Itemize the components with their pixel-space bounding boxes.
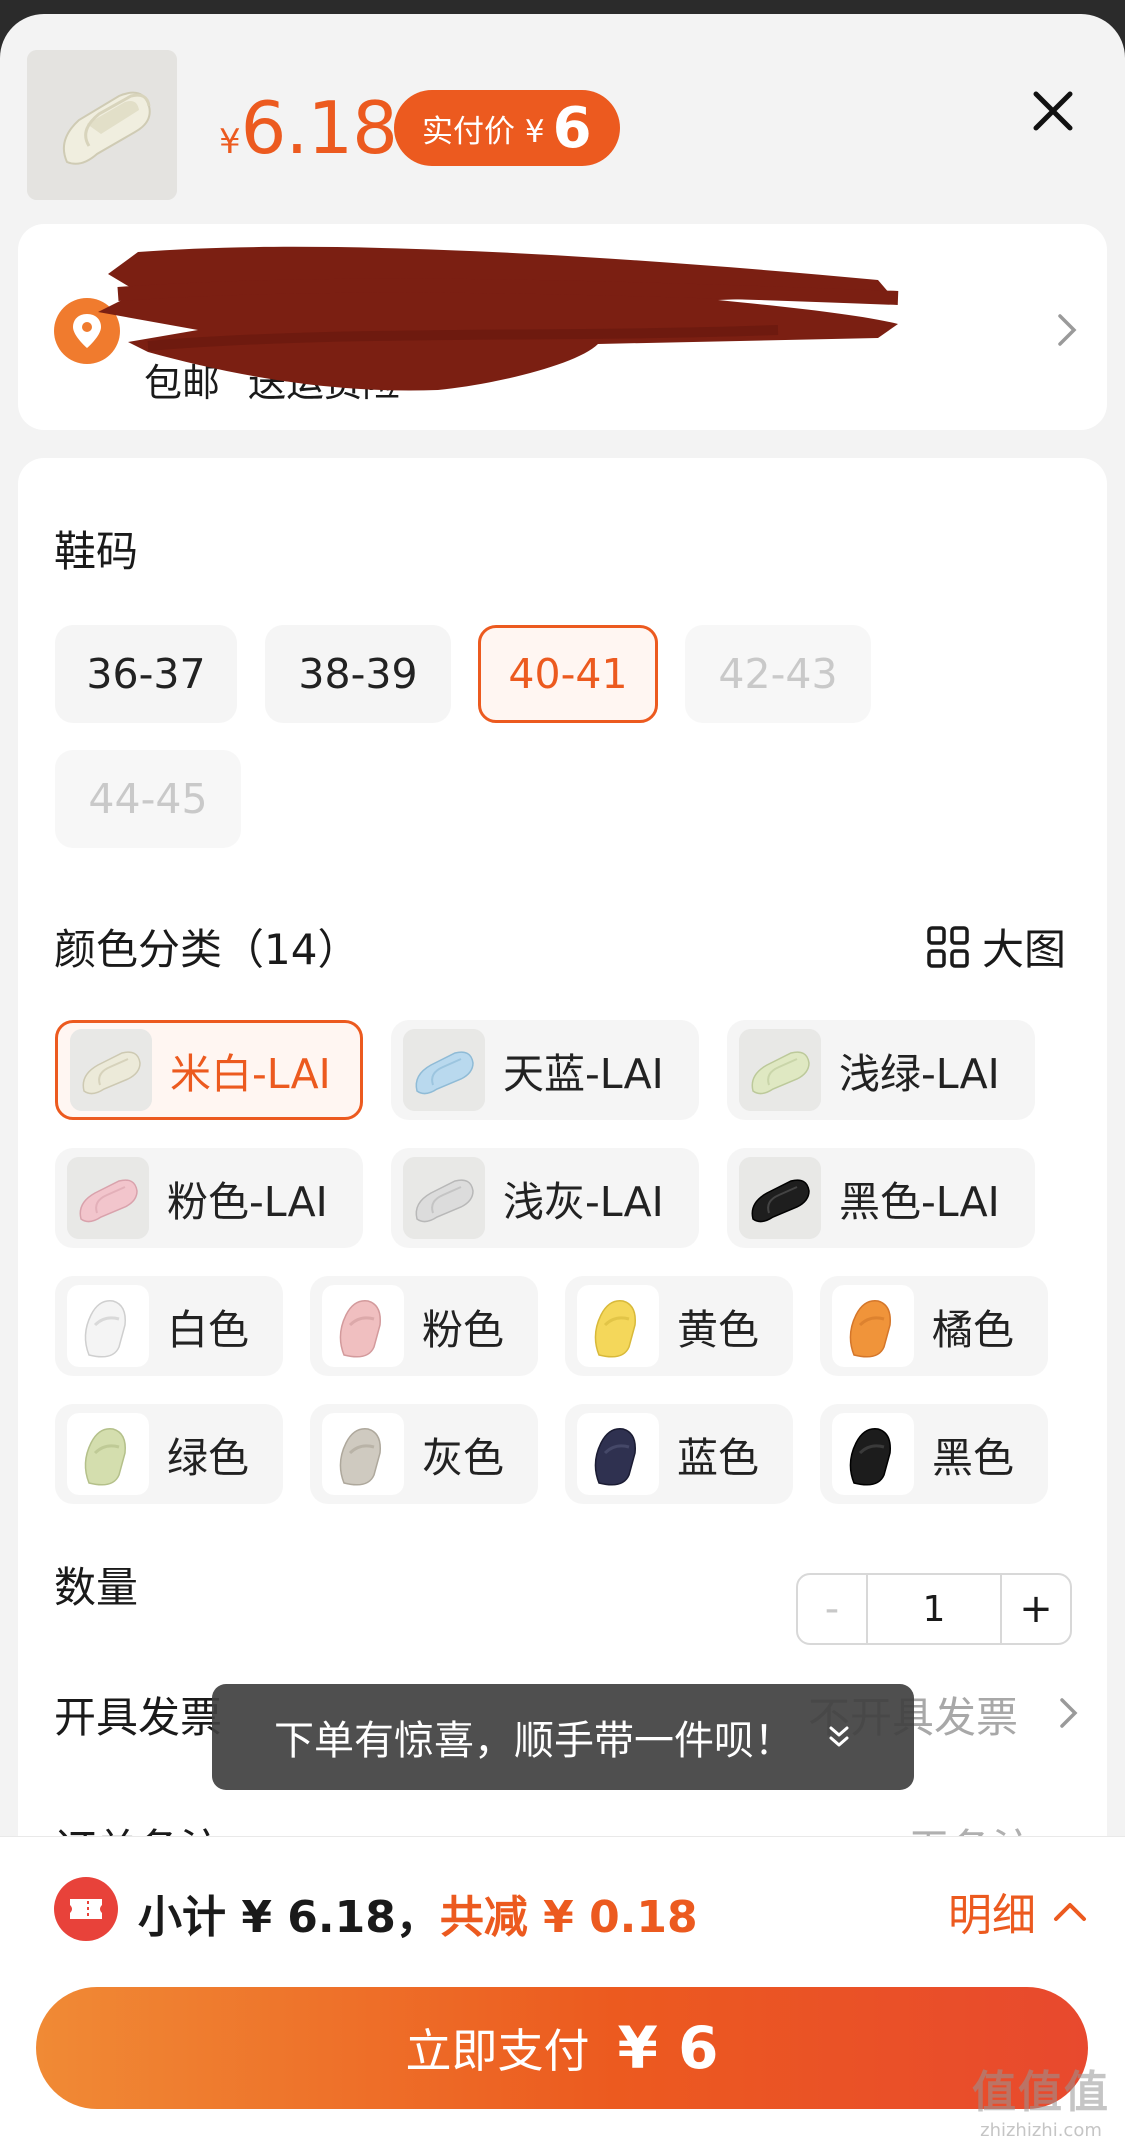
- color-option-label: 天蓝-LAI: [503, 1050, 664, 1098]
- color-option-blue[interactable]: 蓝色: [565, 1404, 793, 1504]
- quantity-increase-button[interactable]: +: [1000, 1575, 1070, 1643]
- slipper-swatch-icon: [739, 1029, 821, 1111]
- slipper-swatch-icon: [403, 1029, 485, 1111]
- subtotal-amount: 小计 ¥ 6.18，: [138, 1892, 440, 1943]
- quantity-stepper: - 1 +: [796, 1573, 1072, 1645]
- toast-text: 下单有惊喜，顺手带一件呗！: [274, 1718, 794, 1764]
- slipper-swatch-icon: [67, 1285, 149, 1367]
- size-option-42-43[interactable]: 42-43: [685, 625, 871, 723]
- color-option-white[interactable]: 白色: [55, 1276, 283, 1376]
- quantity-input[interactable]: 1: [868, 1575, 1000, 1643]
- size-title: 鞋码: [54, 527, 139, 576]
- color-option-label: 粉色: [422, 1306, 504, 1354]
- color-option-light-green-lai[interactable]: 浅绿-LAI: [727, 1020, 1035, 1120]
- color-option-orange[interactable]: 橘色: [820, 1276, 1048, 1376]
- size-option-36-37[interactable]: 36-37: [55, 625, 237, 723]
- pay-now-amount: ¥ 6: [617, 2014, 719, 2082]
- color-option-label: 绿色: [167, 1434, 249, 1482]
- slipper-swatch-icon: [67, 1157, 149, 1239]
- color-option-label: 灰色: [422, 1434, 504, 1482]
- price-detail-toggle[interactable]: 明细: [948, 1879, 1088, 1943]
- color-option-pink[interactable]: 粉色: [310, 1276, 538, 1376]
- close-icon[interactable]: [1026, 84, 1080, 138]
- color-option-label: 浅绿-LAI: [839, 1050, 1000, 1098]
- color-option-gray[interactable]: 灰色: [310, 1404, 538, 1504]
- color-title: 颜色分类（14）: [54, 925, 360, 974]
- color-option-label: 橘色: [932, 1306, 1014, 1354]
- pay-now-label: 立即支付: [405, 2024, 590, 2078]
- color-option-label: 白色: [167, 1306, 249, 1354]
- color-option-label: 黄色: [677, 1306, 759, 1354]
- color-option-pink-lai[interactable]: 粉色-LAI: [55, 1148, 363, 1248]
- big-image-label: 大图: [982, 925, 1067, 974]
- paid-price-badge: 实付价 ¥ 6: [394, 90, 620, 166]
- slipper-swatch-icon: [322, 1413, 404, 1495]
- coupon-ticket-icon: [54, 1877, 118, 1941]
- checkout-bar: 小计 ¥ 6.18， 共减 ¥ 0.18 明细 立即支付 ¥ 6: [0, 1836, 1125, 2143]
- color-option-black[interactable]: 黑色: [820, 1404, 1048, 1504]
- slipper-swatch-icon: [577, 1285, 659, 1367]
- size-option-38-39[interactable]: 38-39: [265, 625, 451, 723]
- double-chevron-down-icon: [829, 1726, 849, 1747]
- address-redaction: [98, 246, 899, 391]
- chevron-right-icon: [1055, 312, 1079, 348]
- color-option-label: 浅灰-LAI: [503, 1178, 664, 1226]
- color-option-black-lai[interactable]: 黑色-LAI: [727, 1148, 1035, 1248]
- subtotal: 小计 ¥ 6.18， 共减 ¥ 0.18: [138, 1881, 698, 1945]
- pay-now-button[interactable]: 立即支付 ¥ 6: [36, 1987, 1088, 2109]
- color-option-label: 蓝色: [677, 1434, 759, 1482]
- slipper-swatch-icon: [67, 1413, 149, 1495]
- slipper-swatch-icon: [577, 1413, 659, 1495]
- slipper-swatch-icon: [739, 1157, 821, 1239]
- color-option-label: 黑色-LAI: [839, 1178, 1000, 1226]
- color-option-label: 黑色: [932, 1434, 1014, 1482]
- promo-toast: 下单有惊喜，顺手带一件呗！: [212, 1684, 914, 1790]
- grid-view-icon: [927, 925, 969, 968]
- chevron-up-icon: [1054, 1903, 1086, 1921]
- watermark-url: zhizhizhi.com: [980, 2120, 1102, 2141]
- sku-sheet: ¥ 6.18 实付价 ¥ 6 包邮 送运费险: [0, 14, 1125, 2143]
- color-option-light-gray-lai[interactable]: 浅灰-LAI: [391, 1148, 699, 1248]
- size-option-44-45[interactable]: 44-45: [55, 750, 241, 848]
- slipper-swatch-icon: [70, 1029, 152, 1111]
- paid-price-value: 6: [552, 95, 592, 161]
- color-option-yellow[interactable]: 黄色: [565, 1276, 793, 1376]
- quantity-label: 数量: [54, 1563, 139, 1612]
- watermark: 值值值 zhizhizhi.com: [972, 2056, 1110, 2141]
- price: ¥ 6.18: [219, 86, 398, 170]
- color-option-green[interactable]: 绿色: [55, 1404, 283, 1504]
- color-option-label: 米白-LAI: [170, 1050, 331, 1098]
- chevron-right-icon: [1058, 1696, 1080, 1730]
- big-image-toggle[interactable]: 大图: [926, 916, 1066, 977]
- detail-label: 明细: [948, 1890, 1036, 1941]
- slipper-swatch-icon: [322, 1285, 404, 1367]
- price-currency: ¥: [219, 122, 241, 162]
- size-option-40-41[interactable]: 40-41: [478, 625, 658, 723]
- product-thumbnail: [27, 50, 177, 200]
- watermark-logo: 值值值: [972, 2067, 1110, 2118]
- slipper-swatch-icon: [832, 1413, 914, 1495]
- slipper-swatch-icon: [403, 1157, 485, 1239]
- color-option-cream-lai[interactable]: 米白-LAI: [55, 1020, 363, 1120]
- paid-price-label: 实付价 ¥: [422, 113, 545, 150]
- discount-amount: 共减 ¥ 0.18: [439, 1892, 698, 1943]
- color-option-sky-blue-lai[interactable]: 天蓝-LAI: [391, 1020, 699, 1120]
- invoice-label: 开具发票: [54, 1693, 223, 1742]
- color-option-label: 粉色-LAI: [167, 1178, 328, 1226]
- price-value: 6.18: [240, 86, 398, 170]
- quantity-decrease-button[interactable]: -: [798, 1575, 868, 1643]
- address-card[interactable]: 包邮 送运费险: [18, 224, 1107, 430]
- slipper-swatch-icon: [832, 1285, 914, 1367]
